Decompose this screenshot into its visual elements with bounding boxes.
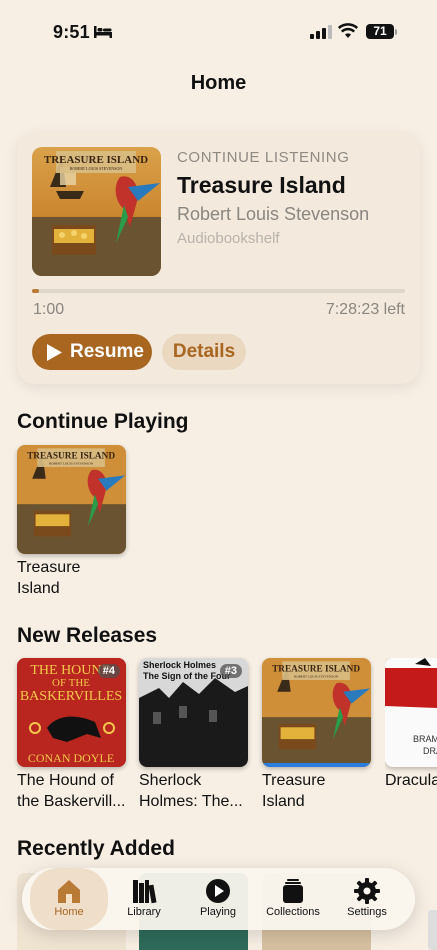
tab-label: Settings	[347, 906, 387, 918]
new-releases-heading: New Releases	[17, 624, 158, 647]
cover-text-line: Sherlock Holmes	[143, 660, 216, 670]
resume-button[interactable]: Resume	[32, 334, 152, 370]
cover-subtitle-text: ROBERT LOUIS STEVENSON	[70, 166, 123, 171]
cover-subtitle-text: ROBERT LOUIS STEVENSON	[294, 674, 339, 678]
book-title-label: Sherlock Holmes: The...	[139, 772, 243, 810]
book-cover[interactable]: TREASURE ISLAND ROBERT LOUIS STEVENSON	[262, 658, 371, 767]
books-icon	[133, 880, 157, 904]
tab-collections[interactable]: Collections	[254, 868, 332, 930]
tab-label: Collections	[266, 906, 320, 918]
dracula-cover-image: BRAM DRA	[385, 658, 437, 767]
playback-progress-bar[interactable]	[32, 289, 405, 293]
book-title-label: Dracula	[385, 772, 437, 789]
hero-cover-art[interactable]: TREASURE ISLAND ROBERT LOUIS STEVENSON	[32, 147, 161, 276]
continue-listening-label: CONTINUE LISTENING	[177, 149, 350, 166]
playback-progress-fill	[32, 289, 40, 293]
in-progress-indicator	[262, 763, 371, 767]
hero-book-source: Audiobookshelf	[177, 230, 280, 247]
bed-icon	[94, 26, 112, 38]
book-cover[interactable]: TREASURE ISLAND ROBERT LOUIS STEVENSON	[17, 445, 126, 554]
tab-label: Library	[127, 906, 161, 918]
play-icon	[47, 344, 62, 361]
collections-icon	[283, 879, 303, 903]
cover-text-line: BASKERVILLES	[20, 689, 122, 704]
continue-listening-card[interactable]: TREASURE ISLAND ROBERT LOUIS STEVENSON C…	[17, 132, 420, 384]
wifi-icon	[338, 23, 358, 38]
tab-bar: Home Library Playing Collections Setting…	[22, 868, 415, 930]
battery-cap	[395, 29, 397, 35]
tab-settings[interactable]: Settings	[328, 868, 406, 930]
cover-text-line: OF THE	[52, 677, 90, 689]
play-circle-icon	[206, 879, 230, 903]
series-number-badge: #4	[97, 664, 120, 678]
hero-book-title: Treasure Island	[177, 172, 346, 198]
tab-label: Playing	[199, 906, 237, 918]
cover-text-line: CONAN DOYLE	[28, 751, 114, 765]
treasure-island-cover-image: TREASURE ISLAND ROBERT LOUIS STEVENSON	[32, 147, 161, 276]
page-title: Home	[190, 72, 247, 94]
gear-icon	[354, 878, 380, 904]
book-title-label: The Hound of the Baskervill...	[17, 772, 126, 810]
treasure-island-cover-image: TREASURE ISLAND ROBERT LOUIS STEVENSON	[262, 658, 371, 767]
continue-playing-heading: Continue Playing	[17, 410, 189, 433]
book-cover[interactable]: Sherlock Holmes The Sign of the Four #3	[139, 658, 248, 767]
tab-home[interactable]: Home	[30, 868, 108, 930]
status-bar: 9:51 71	[0, 0, 437, 60]
cover-title-text: TREASURE ISLAND	[27, 452, 115, 462]
tab-library[interactable]: Library	[105, 868, 183, 930]
house-icon	[58, 880, 80, 903]
recently-added-heading: Recently Added	[17, 837, 175, 860]
cover-text-line: BRAM	[413, 734, 437, 744]
book-title-label: Treasure Island	[262, 772, 326, 810]
elapsed-time: 1:00	[33, 301, 65, 318]
cover-subtitle-text: ROBERT LOUIS STEVENSON	[49, 461, 94, 465]
hero-book-author: Robert Louis Stevenson	[177, 204, 370, 224]
remaining-time: 7:28:23 left	[325, 301, 405, 318]
treasure-island-cover-image: TREASURE ISLAND ROBERT LOUIS STEVENSON	[17, 445, 126, 554]
book-cover[interactable]: BRAM DRA	[385, 658, 437, 767]
new-release-item[interactable]: BRAM DRA Dracula	[385, 658, 437, 798]
book-cover[interactable]: THE HOUND OF THE BASKERVILLES CONAN DOYL…	[17, 658, 126, 767]
status-time: 9:51	[53, 22, 90, 42]
scroll-edge-item	[428, 910, 437, 950]
cover-title-text: TREASURE ISLAND	[272, 665, 360, 675]
resume-button-label: Resume	[70, 341, 144, 362]
details-button[interactable]: Details	[162, 334, 246, 370]
cellular-signal-icon	[310, 25, 332, 39]
battery-indicator: 71	[366, 24, 394, 39]
tab-playing[interactable]: Playing	[179, 868, 257, 930]
cover-title-text: TREASURE ISLAND	[44, 154, 148, 166]
cover-text-line: The Sign of the Four	[143, 671, 231, 681]
series-number-badge: #3	[219, 664, 242, 678]
book-title-label: Treasure Island	[17, 559, 81, 597]
tab-label: Home	[54, 906, 84, 918]
cover-text-line: DRA	[423, 746, 437, 756]
